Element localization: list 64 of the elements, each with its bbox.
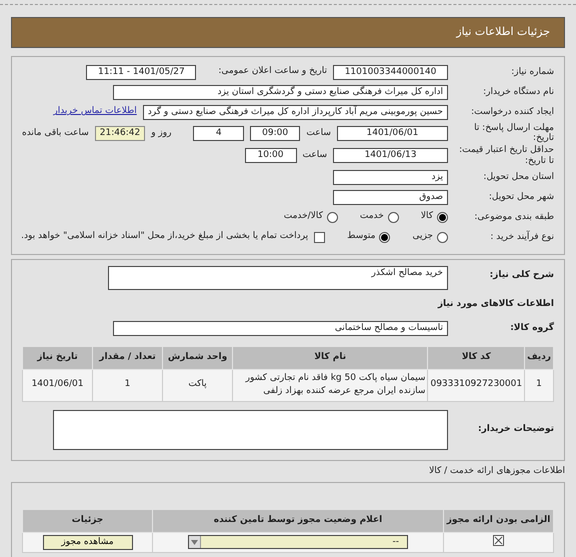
contact-link[interactable]: اطلاعات تماس خریدار — [53, 105, 137, 119]
radio-button[interactable] — [379, 232, 390, 243]
field-label: ایجاد کننده درخواست: — [470, 106, 554, 118]
field-label: شهر محل تحویل: — [488, 192, 554, 203]
date-field: 1401/06/13 — [333, 148, 448, 164]
table-cell: 0933310927230001 — [428, 369, 525, 402]
column-header: اعلام وضعیت مجوز توسط تامین کننده — [152, 510, 444, 532]
column-header: تعداد / مقدار — [92, 346, 162, 370]
field-label: نام دستگاه خریدار: — [482, 86, 554, 98]
status-dropdown[interactable]: -- — [188, 535, 408, 550]
days-field: 4 — [193, 126, 244, 141]
field-label: گروه کالا: — [509, 323, 554, 334]
column-header: کد کالا — [428, 346, 525, 370]
field-label: استان محل تحویل: — [482, 172, 554, 183]
announce-date-field: 1401/05/27 - 11:11 — [86, 64, 196, 80]
field-label: طبقه بندی موضوعی: — [473, 212, 554, 223]
table-cell: 1401/06/01 — [22, 369, 92, 402]
radio-label: کالا — [420, 210, 433, 224]
buyer-org-field: اداره کل میراث فرهنگی صنایع دستی و گردشگری استان یزد — [113, 84, 448, 100]
need-number-field: 1101003344000140 — [333, 64, 448, 80]
table-cell: 1 — [524, 369, 554, 402]
radio-button[interactable] — [326, 212, 338, 223]
time-field: 09:00 — [250, 126, 300, 141]
radio-label: خدمت — [360, 210, 384, 224]
field-label: شرح کلی نیاز: — [488, 268, 554, 280]
radio-label: متوسط — [347, 230, 376, 244]
column-header: واحد شمارش — [162, 346, 232, 370]
column-header: الزامی بودن ارائه مجوز — [444, 510, 554, 532]
field-label: شماره نیاز: — [510, 66, 554, 78]
radio-button[interactable] — [437, 232, 448, 243]
column-header: تاریخ نیاز — [22, 346, 92, 370]
radio-button[interactable] — [437, 212, 448, 223]
radio-button[interactable] — [388, 212, 399, 223]
field-label: تاریخ و ساعت اعلان عمومی: — [218, 65, 327, 78]
field-label: روز و — [151, 126, 172, 140]
checkbox[interactable] — [314, 232, 326, 243]
date-field: 1401/06/01 — [336, 126, 448, 141]
field-label: نوع فرآیند خرید : — [489, 232, 554, 243]
column-header: ردیف — [524, 346, 554, 370]
field-label: ساعت — [306, 126, 331, 140]
city-field: صدوق — [333, 190, 448, 205]
field-label: حداقل تاریخ اعتبار قیمت: تا تاریخ: — [458, 145, 554, 167]
field-label: مهلت ارسال پاسخ: تا تاریخ: — [473, 122, 554, 144]
province-field: یزد — [333, 170, 448, 185]
table-cell: سیمان سیاه پاکت 50 kg فاقد نام تجارتی کشور سازنده ایران مرجع عرضه کننده بهزاد زلفی — [232, 369, 428, 402]
section-title: اطلاعات مجوزهای ارائه خدمت / کالا — [428, 464, 565, 478]
column-header: نام کالا — [232, 346, 428, 370]
field-label: ساعت باقی مانده — [22, 126, 89, 140]
table-cell: 1 — [92, 369, 162, 402]
checkbox-label: پرداخت تمام یا بخشی از مبلغ خرید،از محل "اسناد خزانه اسلامی" خواهد بود. — [21, 230, 308, 244]
section-heading: اطلاعات کالاهای مورد نیاز — [436, 298, 554, 311]
radio-label: جزیی — [412, 230, 433, 244]
requester-field: حسین پورموبینی مریم آباد کارپرداز اداره کل میراث فرهنگی صنایع دستی و گرد — [142, 104, 448, 120]
remaining-time-field: 21:46:42 — [94, 126, 146, 141]
time-field: 10:00 — [244, 148, 296, 164]
description-field: خرید مصالح اشکذر — [108, 266, 448, 290]
field-label: ساعت — [302, 149, 327, 162]
field-label: توضیحات خریدار: — [477, 424, 554, 436]
radio-label: کالا/خدمت — [284, 210, 323, 224]
view-permit-button[interactable]: مشاهده مجوز — [42, 534, 132, 550]
column-header: جزئیات — [22, 510, 152, 532]
goods-group-field: تاسیسات و مصالح ساختمانی — [113, 321, 448, 336]
table-cell: پاکت — [162, 369, 232, 402]
page-header: جزئیات اطلاعات نیاز — [11, 17, 565, 48]
